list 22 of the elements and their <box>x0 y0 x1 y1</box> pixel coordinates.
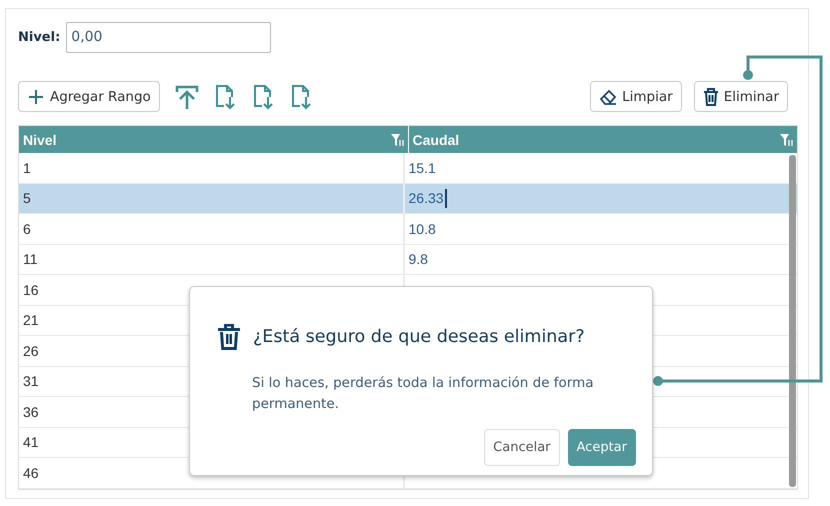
upload-icon[interactable] <box>174 84 200 110</box>
table-cell: 26.33 <box>408 190 444 206</box>
table-cell: 6 <box>19 214 404 244</box>
filter-sort-icon[interactable] <box>779 132 793 146</box>
table-cell: 9.8 <box>408 251 428 268</box>
scrollbar[interactable] <box>789 155 796 487</box>
trash-icon <box>702 88 719 106</box>
plus-icon <box>27 88 45 106</box>
level-label: Nivel: <box>18 30 60 44</box>
table-cell: 15.1 <box>408 160 436 176</box>
trash-icon <box>216 323 242 351</box>
eraser-icon <box>599 88 618 106</box>
level-input[interactable]: 0,00 <box>66 22 272 52</box>
filter-sort-icon[interactable] <box>390 132 404 146</box>
table-cell: 10.8 <box>408 220 436 237</box>
cancel-button[interactable]: Cancelar <box>484 429 560 466</box>
table-row[interactable]: 5 26.33 <box>19 184 797 214</box>
table-cell: 11 <box>19 244 404 274</box>
clear-button[interactable]: Limpiar <box>590 81 682 112</box>
table-cell: 5 <box>19 184 404 213</box>
delete-button[interactable]: Eliminar <box>694 81 788 112</box>
add-range-button[interactable]: Agregar Rango <box>18 81 160 112</box>
